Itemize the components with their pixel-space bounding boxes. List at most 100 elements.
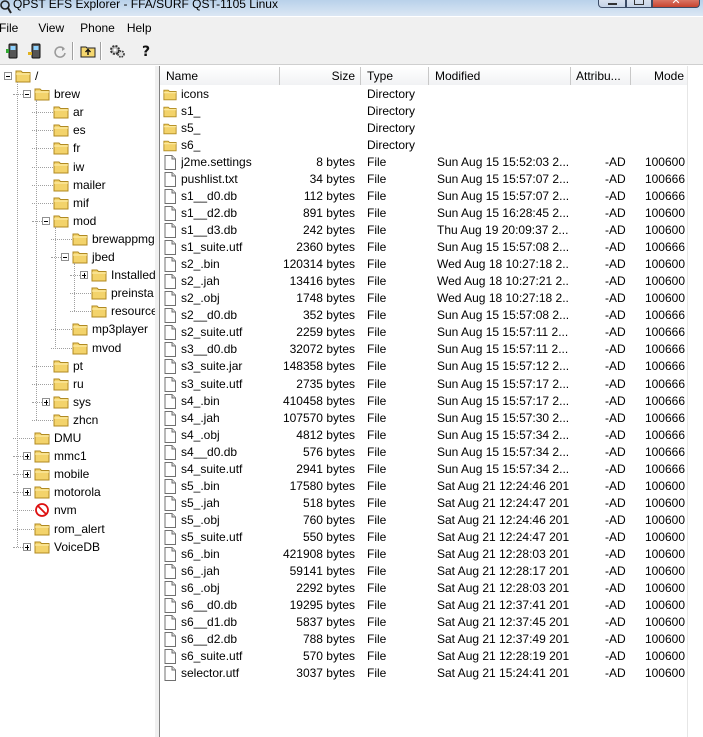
tree-node[interactable]: /	[0, 68, 155, 86]
file-icon	[164, 580, 176, 596]
phone-connect-button[interactable]	[27, 42, 45, 60]
list-item[interactable]: s1__d3.db 242 bytes File Thu Aug 19 20:09:3…	[160, 222, 688, 239]
list-item[interactable]: s4_.obj 4812 bytes File Sun Aug 15 15:57:34…	[160, 427, 688, 444]
list-item[interactable]: s5_ Directory	[160, 120, 688, 137]
tree-node[interactable]: brew	[0, 86, 155, 104]
list-item[interactable]: s2_.obj 1748 bytes File Wed Aug 18 10:27:18…	[160, 290, 688, 307]
list-item[interactable]: s5_.bin 17580 bytes File Sat Aug 21 12:24:4…	[160, 478, 688, 495]
expand-icon[interactable]	[23, 470, 31, 479]
item-size: 576 bytes	[302, 444, 355, 459]
tree-node[interactable]: resource	[0, 303, 155, 321]
expand-icon[interactable]	[42, 397, 50, 406]
list-item[interactable]: s1_ Directory	[160, 103, 688, 120]
tree-node[interactable]: fr	[0, 140, 155, 158]
list-item[interactable]: s5_suite.utf 550 bytes File Sat Aug 21 12:2…	[160, 529, 688, 546]
list-item[interactable]: s4_.jah 107570 bytes File Sun Aug 15 15:57:…	[160, 410, 688, 427]
list-item[interactable]: s6__d0.db 19295 bytes File Sat Aug 21 12:37…	[160, 597, 688, 614]
tree-node[interactable]: zhcn	[0, 412, 155, 430]
phone-button[interactable]	[4, 42, 22, 60]
list-item[interactable]: s5_.jah 518 bytes File Sat Aug 21 12:24:47 …	[160, 495, 688, 512]
list-item[interactable]: s3_suite.utf 2735 bytes File Sun Aug 15 15:…	[160, 376, 688, 393]
list-item[interactable]: icons Directory	[160, 86, 688, 103]
tree-node[interactable]: mobile	[0, 466, 155, 484]
tree-node[interactable]: iw	[0, 159, 155, 177]
list-item[interactable]: s6_.obj 2292 bytes File Sat Aug 21 12:28:03…	[160, 580, 688, 597]
tree-node[interactable]: jbed	[0, 249, 155, 267]
collapse-icon[interactable]	[23, 90, 31, 99]
tree-node-label: mvod	[92, 340, 122, 355]
list-item[interactable]: s1__d2.db 891 bytes File Sun Aug 15 16:28:4…	[160, 205, 688, 222]
expand-icon[interactable]	[23, 452, 31, 461]
tree-node[interactable]: ru	[0, 376, 155, 394]
list-item[interactable]: s6_suite.utf 570 bytes File Sat Aug 21 12:2…	[160, 648, 688, 665]
tree-node[interactable]: mod	[0, 213, 155, 231]
list-item[interactable]: s6_.jah 59141 bytes File Sat Aug 21 12:28:1…	[160, 563, 688, 580]
expand-icon[interactable]	[80, 271, 88, 280]
tree-node[interactable]: rom_alert	[0, 521, 155, 539]
tree-node[interactable]: mmc1	[0, 448, 155, 466]
tree-node[interactable]: nvm	[0, 502, 155, 520]
collapse-icon[interactable]	[4, 72, 12, 80]
list-item[interactable]: s4__d0.db 576 bytes File Sun Aug 15 15:57:3…	[160, 444, 688, 461]
tree-node[interactable]: mif	[0, 195, 155, 213]
refresh-button[interactable]	[51, 42, 69, 60]
column-mode[interactable]: Mode	[631, 67, 688, 85]
item-type: File	[367, 529, 387, 544]
column-name[interactable]: Name	[160, 67, 280, 85]
tree-node[interactable]: preinsta	[0, 285, 155, 303]
column-modified[interactable]: Modified	[429, 67, 571, 85]
tree-node[interactable]: DMU	[0, 430, 155, 448]
list-item[interactable]: s4_.bin 410458 bytes File Sun Aug 15 15:57:…	[160, 393, 688, 410]
minimize-button[interactable]	[598, 0, 626, 8]
folder-tree[interactable]: / brew ar es fr iw mailer mif mod brewappmg jbed In…	[0, 66, 156, 737]
expand-icon[interactable]	[23, 488, 31, 497]
list-item[interactable]: s1_suite.utf 2360 bytes File Sun Aug 15 15:…	[160, 239, 688, 256]
list-item[interactable]: s2_suite.utf 2259 bytes File Sun Aug 15 15:…	[160, 324, 688, 341]
column-attributes[interactable]: Attribu...	[571, 67, 631, 85]
settings-button[interactable]	[108, 42, 126, 60]
tree-node[interactable]: ar	[0, 104, 155, 122]
list-item[interactable]: j2me.settings 8 bytes File Sun Aug 15 15:52…	[160, 154, 688, 171]
tree-node[interactable]: pt	[0, 358, 155, 376]
tree-node[interactable]: brewappmg	[0, 231, 155, 249]
tree-node[interactable]: VoiceDB	[0, 539, 155, 557]
item-modified: Sat Aug 21 12:24:47 2010	[437, 529, 569, 544]
tree-node[interactable]: Installed	[0, 267, 155, 285]
tree-node[interactable]: sys	[0, 394, 155, 412]
column-size[interactable]: Size	[280, 67, 361, 85]
list-item[interactable]: s1__d0.db 112 bytes File Sun Aug 15 15:57:0…	[160, 188, 688, 205]
list-item[interactable]: s6_.bin 421908 bytes File Sat Aug 21 12:28:…	[160, 546, 688, 563]
folder-up-button[interactable]	[79, 42, 97, 60]
folder-icon	[72, 323, 88, 336]
tree-node[interactable]: mp3player	[0, 321, 155, 339]
close-button[interactable]: ✕	[652, 0, 700, 8]
expand-icon[interactable]	[23, 542, 31, 551]
list-item[interactable]: s2_.jah 13416 bytes File Wed Aug 18 10:27:2…	[160, 273, 688, 290]
list-item[interactable]: pushlist.txt 34 bytes File Sun Aug 15 15:57…	[160, 171, 688, 188]
list-item[interactable]: s6_ Directory	[160, 137, 688, 154]
maximize-button[interactable]	[626, 0, 652, 8]
tree-node[interactable]: es	[0, 122, 155, 140]
collapse-icon[interactable]	[61, 253, 69, 261]
list-item[interactable]: s2_.bin 120314 bytes File Wed Aug 18 10:27:…	[160, 256, 688, 273]
tree-node[interactable]: mvod	[0, 340, 155, 358]
file-list[interactable]: Name Size Type Modified Attribu... Mode …	[159, 66, 703, 737]
menu-view[interactable]: View	[38, 21, 72, 35]
menu-help[interactable]: Help	[127, 21, 160, 35]
list-item[interactable]: s4_suite.utf 2941 bytes File Sun Aug 15 15:…	[160, 461, 688, 478]
menu-phone[interactable]: Phone	[80, 21, 123, 35]
menu-file[interactable]: File	[0, 21, 26, 35]
list-item[interactable]: s6__d2.db 788 bytes File Sat Aug 21 12:37:4…	[160, 631, 688, 648]
list-item[interactable]: s3__d0.db 32072 bytes File Sun Aug 15 15:57…	[160, 341, 688, 358]
list-item[interactable]: s5_.obj 760 bytes File Sat Aug 21 12:24:46 …	[160, 512, 688, 529]
item-mode: 100600	[644, 257, 685, 272]
tree-node[interactable]: motorola	[0, 484, 155, 502]
tree-node[interactable]: mailer	[0, 177, 155, 195]
list-item[interactable]: s2__d0.db 352 bytes File Sun Aug 15 15:57:0…	[160, 307, 688, 324]
list-item[interactable]: s6__d1.db 5837 bytes File Sat Aug 21 12:37:…	[160, 614, 688, 631]
list-item[interactable]: selector.utf 3037 bytes File Sat Aug 21 15:…	[160, 665, 688, 682]
column-type[interactable]: Type	[361, 67, 429, 85]
list-item[interactable]: s3_suite.jar 148358 bytes File Sun Aug 15 1…	[160, 358, 688, 375]
collapse-icon[interactable]	[42, 216, 50, 225]
help-button[interactable]: ?	[137, 42, 155, 60]
